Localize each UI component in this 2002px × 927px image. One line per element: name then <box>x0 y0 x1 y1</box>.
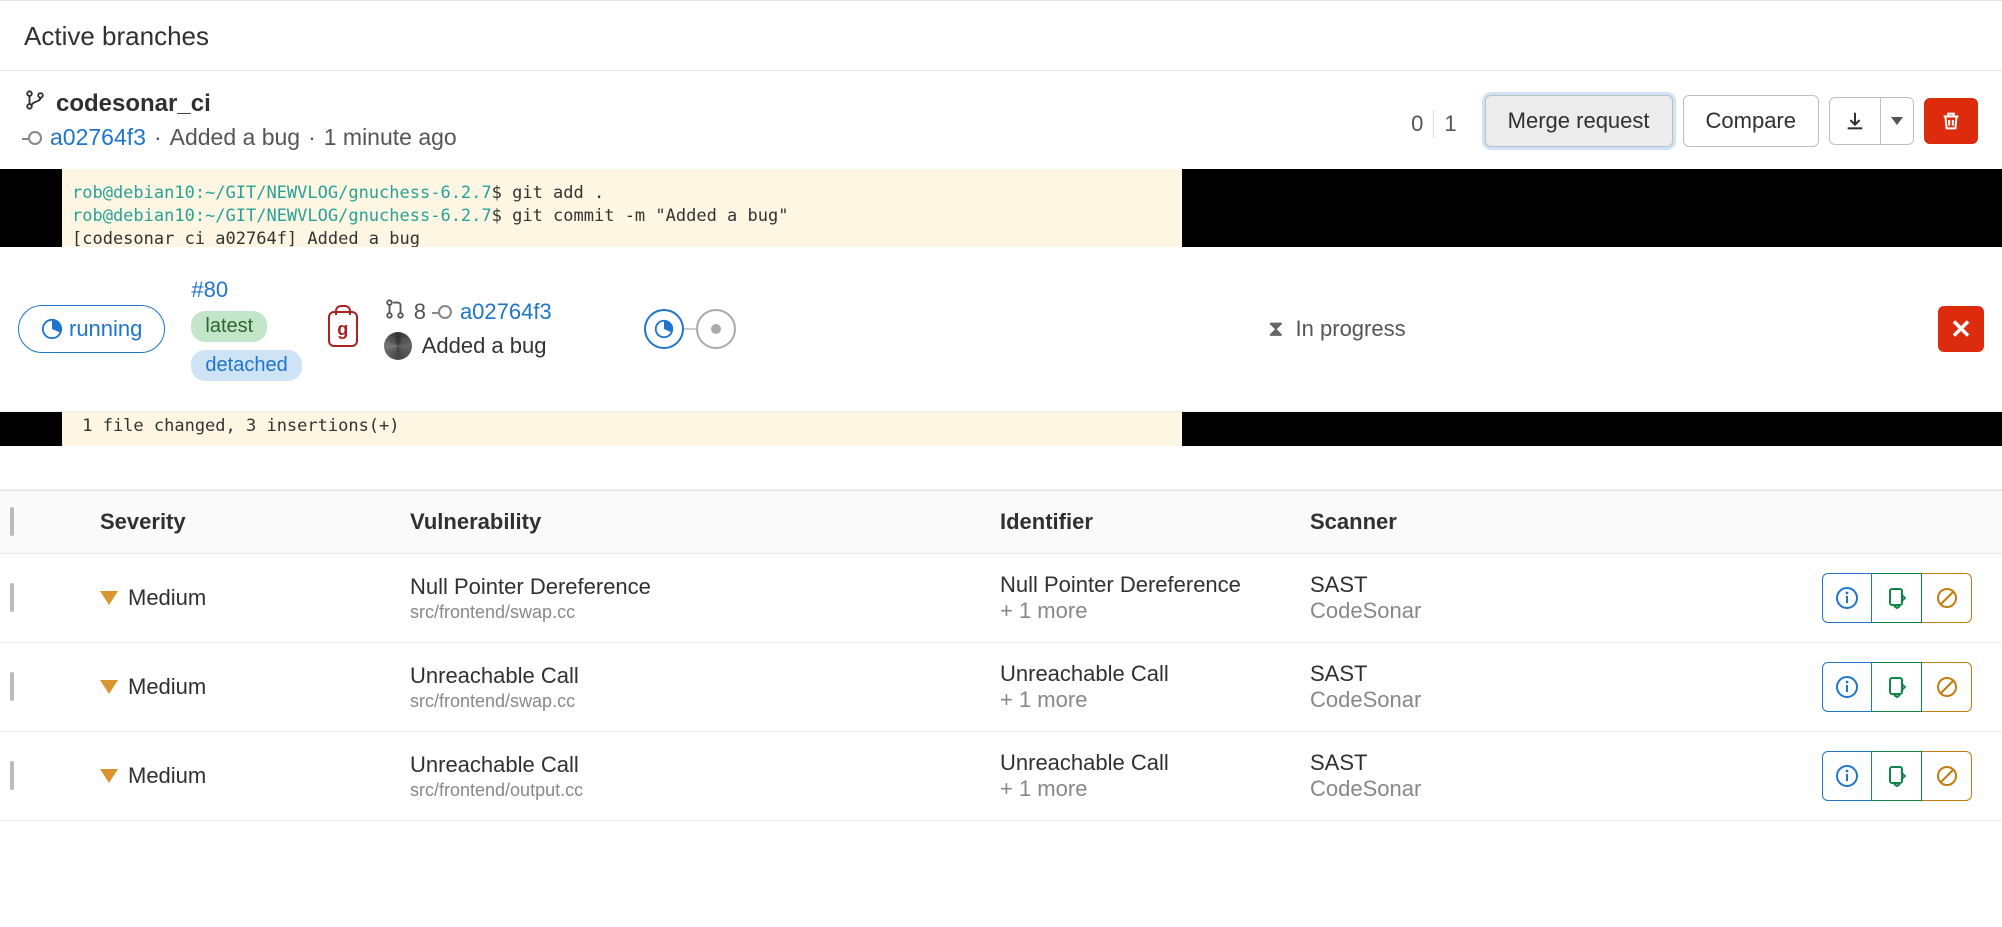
terminal-output-1: rob@debian10:~/GIT/NEWVLOG/gnuchess-6.2.… <box>0 169 2002 247</box>
pipeline-row: running #80 latest detached g 8 a02764f3… <box>0 247 2002 412</box>
severity-label: Medium <box>128 674 206 700</box>
cancel-pipeline-button[interactable]: ✕ <box>1938 306 1984 352</box>
merge-request-button[interactable]: Merge request <box>1485 95 1673 147</box>
col-scanner[interactable]: Scanner <box>1310 509 1710 535</box>
resolve-button[interactable] <box>1872 662 1922 712</box>
table-row: Medium Unreachable Call src/frontend/swa… <box>0 643 2002 732</box>
commit-sha-link[interactable]: a02764f3 <box>50 124 146 151</box>
row-checkbox[interactable] <box>10 761 14 790</box>
section-heading: Active branches <box>0 0 2002 71</box>
hourglass-icon: ⧗ <box>1268 316 1283 342</box>
severity-icon <box>100 680 118 694</box>
vulnerability-title[interactable]: Unreachable Call <box>410 663 990 689</box>
vulnerability-title[interactable]: Unreachable Call <box>410 752 990 778</box>
identifier-more[interactable]: + 1 more <box>1000 598 1300 624</box>
identifier-more[interactable]: + 1 more <box>1000 776 1300 802</box>
resolve-button[interactable] <box>1872 573 1922 623</box>
stage-connector <box>684 328 696 330</box>
more-info-button[interactable] <box>1822 662 1872 712</box>
vulnerability-table: Severity Vulnerability Identifier Scanne… <box>0 490 2002 821</box>
select-all-checkbox[interactable] <box>10 507 14 536</box>
branch-name[interactable]: codesonar_ci <box>56 90 211 118</box>
separator: · <box>154 124 162 151</box>
vulnerability-path: src/frontend/output.cc <box>410 780 990 801</box>
pipeline-stages[interactable] <box>644 309 736 349</box>
count-separator <box>1433 110 1434 138</box>
download-icon[interactable] <box>1829 97 1880 145</box>
merge-request-icon <box>384 298 406 326</box>
more-info-button[interactable] <box>1822 573 1872 623</box>
tag-latest: latest <box>191 311 267 342</box>
author-avatar[interactable] <box>384 332 412 360</box>
table-row: Medium Null Pointer Dereference src/fron… <box>0 554 2002 643</box>
col-identifier[interactable]: Identifier <box>1000 509 1300 535</box>
merge-request-count: 8 <box>414 299 426 325</box>
scanner-type: SAST <box>1310 661 1710 687</box>
vulnerability-path: src/frontend/swap.cc <box>410 602 990 623</box>
stage-running-icon[interactable] <box>644 309 684 349</box>
severity-label: Medium <box>128 763 206 789</box>
branch-row: codesonar_ci a02764f3 · Added a bug · 1 … <box>0 71 2002 169</box>
vulnerability-path: src/frontend/swap.cc <box>410 691 990 712</box>
behind-ahead-counts: 0 1 <box>1403 107 1465 141</box>
ahead-count: 1 <box>1436 107 1464 141</box>
branch-icon <box>24 89 46 118</box>
col-severity[interactable]: Severity <box>100 509 400 535</box>
partial-toolbar <box>0 446 2002 490</box>
identifier-more[interactable]: + 1 more <box>1000 687 1300 713</box>
more-info-button[interactable] <box>1822 751 1872 801</box>
resolve-button[interactable] <box>1872 751 1922 801</box>
scanner-name: CodeSonar <box>1310 687 1710 713</box>
pipeline-commit-sha[interactable]: a02764f3 <box>460 299 552 325</box>
terminal-output-2: 1 file changed, 3 insertions(+) <box>0 412 2002 446</box>
codesonar-icon: g <box>328 311 358 347</box>
separator: · <box>308 124 316 151</box>
behind-count: 0 <box>1403 107 1431 141</box>
identifier-title: Unreachable Call <box>1000 750 1300 776</box>
pipeline-id-link[interactable]: #80 <box>191 277 301 303</box>
row-checkbox[interactable] <box>10 672 14 701</box>
delete-branch-button[interactable] <box>1924 98 1978 144</box>
scanner-type: SAST <box>1310 750 1710 776</box>
scanner-type: SAST <box>1310 572 1710 598</box>
table-row: Medium Unreachable Call src/frontend/out… <box>0 732 2002 821</box>
progress-label: In progress <box>1296 316 1406 342</box>
tag-detached: detached <box>191 350 301 381</box>
severity-icon <box>100 769 118 783</box>
severity-icon <box>100 591 118 605</box>
col-vulnerability[interactable]: Vulnerability <box>410 509 990 535</box>
commit-message: Added a bug <box>170 124 300 151</box>
table-header-row: Severity Vulnerability Identifier Scanne… <box>0 490 2002 554</box>
identifier-title: Unreachable Call <box>1000 661 1300 687</box>
pipeline-commit-message: Added a bug <box>422 333 547 359</box>
row-checkbox[interactable] <box>10 583 14 612</box>
commit-time: 1 minute ago <box>324 124 457 151</box>
commit-icon <box>28 131 42 145</box>
vulnerability-title[interactable]: Null Pointer Dereference <box>410 574 990 600</box>
scanner-name: CodeSonar <box>1310 776 1710 802</box>
dismiss-button[interactable] <box>1922 662 1972 712</box>
pipeline-status-badge[interactable]: running <box>18 305 165 353</box>
pipeline-status-label: running <box>69 316 142 342</box>
commit-icon <box>438 305 452 319</box>
scanner-name: CodeSonar <box>1310 598 1710 624</box>
severity-label: Medium <box>128 585 206 611</box>
stage-pending-icon[interactable] <box>696 309 736 349</box>
compare-button[interactable]: Compare <box>1683 95 1819 147</box>
identifier-title: Null Pointer Dereference <box>1000 572 1300 598</box>
dismiss-button[interactable] <box>1922 573 1972 623</box>
download-caret[interactable] <box>1880 97 1914 145</box>
dismiss-button[interactable] <box>1922 751 1972 801</box>
download-dropdown[interactable] <box>1829 97 1914 145</box>
